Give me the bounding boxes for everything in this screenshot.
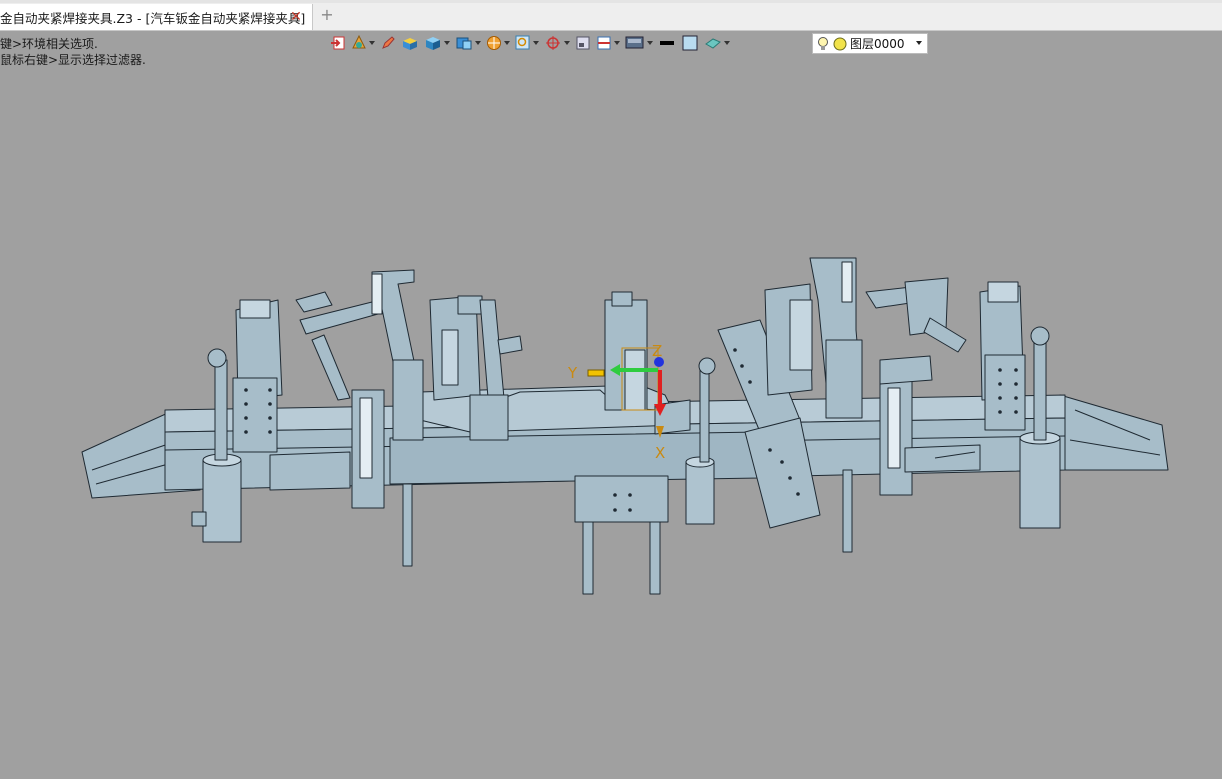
snap-icon[interactable] bbox=[544, 33, 570, 53]
layer-name: 图层0000 bbox=[850, 37, 905, 51]
frame-icon[interactable] bbox=[575, 33, 591, 53]
document-tab-title: 金自动夹紧焊接夹具.Z3 - [汽车钣金自动夹紧焊接夹具] bbox=[0, 10, 306, 26]
view-cube-icon[interactable] bbox=[455, 33, 481, 53]
hint-line-1: 键>环境相关选项. bbox=[0, 37, 98, 51]
axis-x-label: X bbox=[655, 444, 665, 462]
layer-dropdown-arrow[interactable] bbox=[916, 41, 922, 45]
shade-icon[interactable] bbox=[351, 33, 375, 53]
zoom-icon[interactable] bbox=[515, 33, 539, 53]
exit-icon[interactable] bbox=[330, 33, 346, 53]
material-icon[interactable] bbox=[704, 33, 730, 53]
render-icon[interactable] bbox=[486, 33, 510, 53]
tab-bar-top bbox=[0, 0, 1222, 3]
view-toolbar bbox=[330, 32, 735, 54]
cube-icon[interactable] bbox=[424, 33, 450, 53]
close-tab-icon[interactable]: ✕ bbox=[288, 9, 304, 25]
layer-selector[interactable]: 图层0000 bbox=[812, 33, 928, 54]
layer-color-icon bbox=[833, 37, 847, 50]
section-icon[interactable] bbox=[596, 33, 620, 53]
graphics-viewport[interactable]: Y Z X bbox=[0, 60, 1222, 775]
tab-bar: 金自动夹紧焊接夹具.Z3 - [汽车钣金自动夹紧焊接夹具] ✕ + bbox=[0, 0, 1222, 31]
pencil-icon[interactable] bbox=[380, 33, 396, 53]
welding-fixture-model: Y Z X bbox=[81, 257, 1169, 595]
axis-z-label: Z bbox=[652, 342, 662, 360]
box-icon[interactable] bbox=[401, 33, 419, 53]
axis-y-label: Y bbox=[567, 364, 578, 382]
line-color-icon[interactable] bbox=[658, 33, 676, 53]
new-tab-icon[interactable]: + bbox=[318, 6, 336, 24]
display-icon[interactable] bbox=[625, 33, 653, 53]
fill-color-icon[interactable] bbox=[681, 33, 699, 53]
bulb-icon[interactable] bbox=[816, 36, 830, 52]
document-tab[interactable]: 金自动夹紧焊接夹具.Z3 - [汽车钣金自动夹紧焊接夹具] ✕ bbox=[0, 4, 313, 30]
